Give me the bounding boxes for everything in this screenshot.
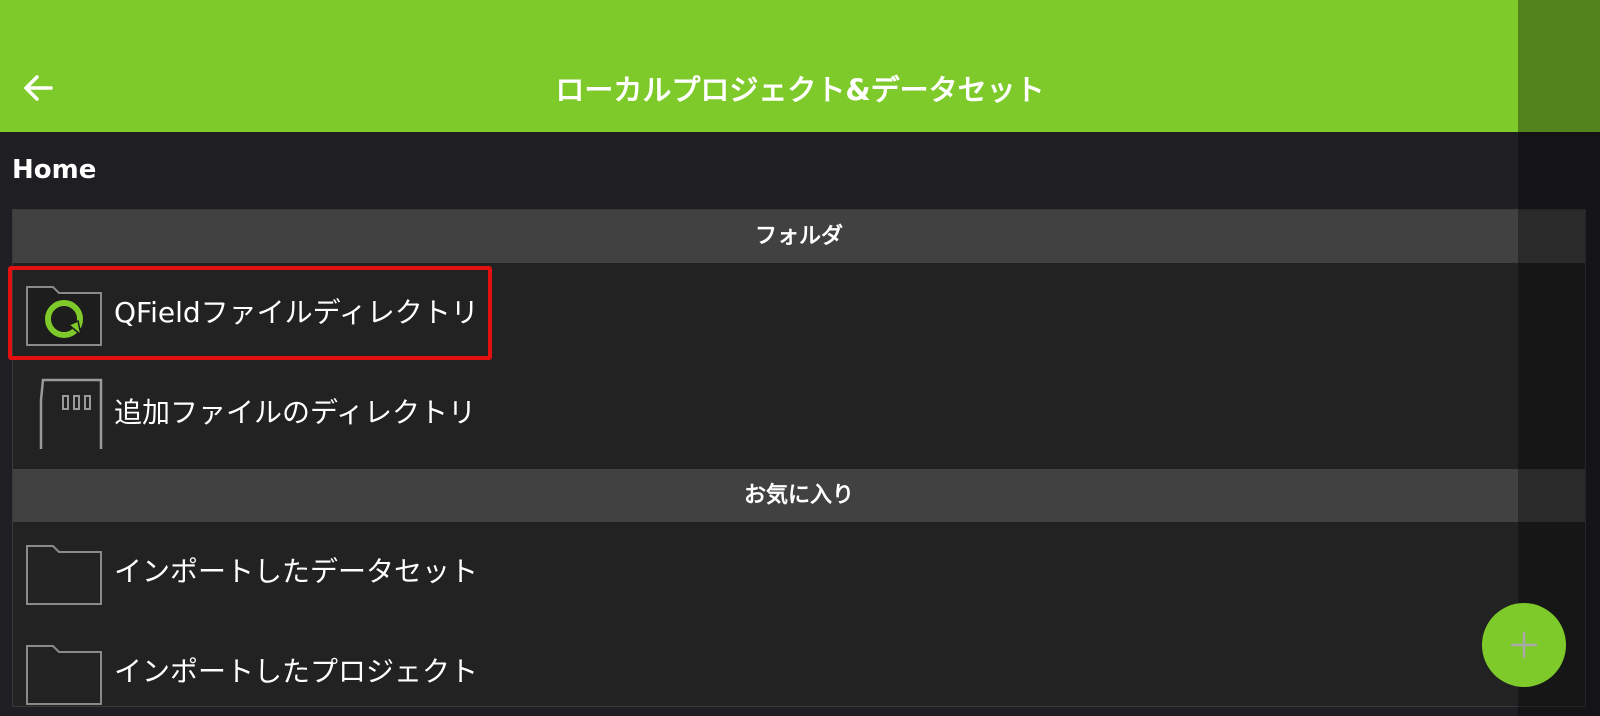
app-bar: ローカルプロジェクト&データセット xyxy=(0,0,1600,132)
list-item-imported-datasets[interactable]: インポートしたデータセット xyxy=(13,522,1585,622)
list-item-label: インポートしたプロジェクト xyxy=(114,655,479,688)
list-item-imported-projects[interactable]: インポートしたプロジェクト xyxy=(13,622,1585,706)
folder-icon xyxy=(26,545,102,605)
list-item-label: QFieldファイルディレクトリ xyxy=(114,296,479,329)
section-header-favorites: お気に入り xyxy=(13,469,1585,522)
list-item-additional-directory[interactable]: 追加ファイルのディレクトリ xyxy=(13,363,1585,463)
folder-icon xyxy=(26,645,102,705)
add-button[interactable] xyxy=(1482,603,1566,687)
section-header-folders: フォルダ xyxy=(13,210,1585,263)
page-title: ローカルプロジェクト&データセット xyxy=(555,73,1045,107)
list-item-label: 追加ファイルのディレクトリ xyxy=(114,396,477,429)
sd-card-icon xyxy=(39,378,103,449)
breadcrumb[interactable]: Home xyxy=(12,152,96,188)
list-item-label: インポートしたデータセット xyxy=(114,555,479,588)
qfield-folder-icon xyxy=(26,286,102,346)
list-item-qfield-directory[interactable]: QFieldファイルディレクトリ xyxy=(13,263,1585,363)
plus-icon xyxy=(1510,631,1538,659)
file-list[interactable]: フォルダ QFieldファイルディレクトリ 追加ファイルのディレクトリ お気に入… xyxy=(12,209,1586,707)
